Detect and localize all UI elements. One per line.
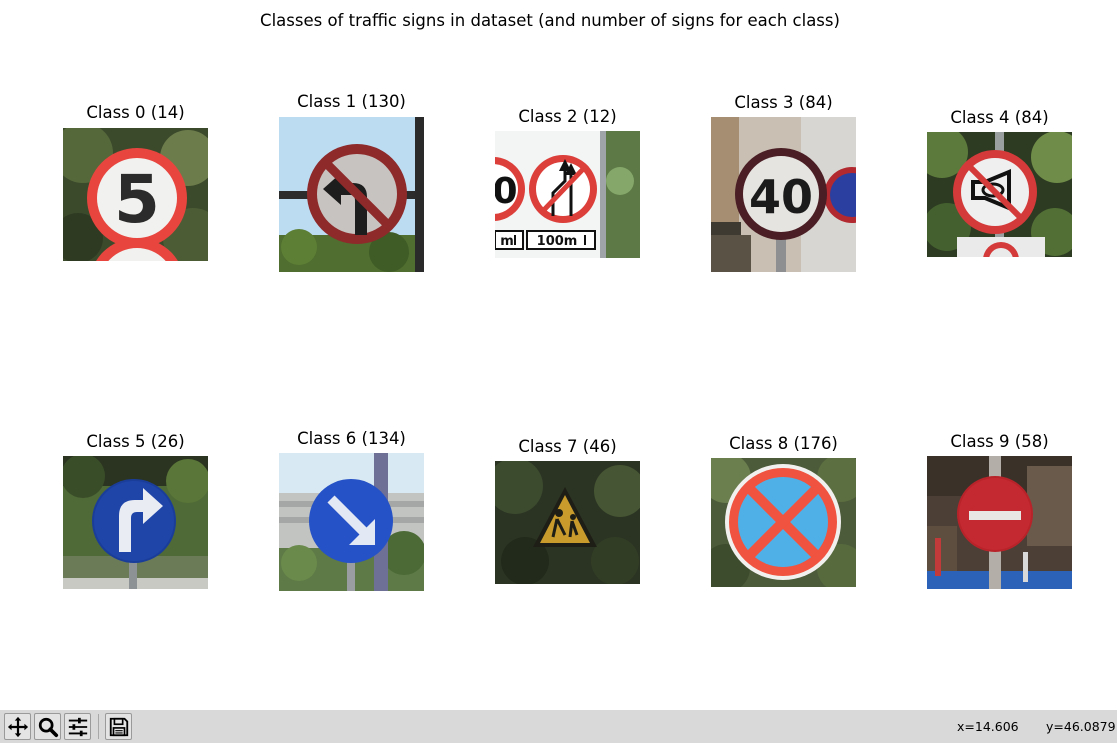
sign-digit: 5 bbox=[114, 161, 160, 238]
navigation-toolbar: x=14.606 y=46.0879 bbox=[0, 710, 1117, 743]
sign-digit: 40 bbox=[749, 170, 813, 224]
speed-limit-40-sign-icon: 40 bbox=[711, 117, 856, 272]
pedestrian-warning-sign-icon bbox=[495, 461, 640, 584]
no-horn-sign-icon bbox=[927, 132, 1072, 257]
panel-title: Class 9 (58) bbox=[950, 432, 1049, 451]
pan-button[interactable] bbox=[4, 713, 31, 740]
floppy-disk-icon bbox=[109, 717, 128, 736]
panel-title: Class 0 (14) bbox=[86, 103, 185, 122]
sliders-icon bbox=[68, 717, 87, 736]
panel-title: Class 3 (84) bbox=[734, 93, 833, 112]
speed-limit-5-sign-icon: 5 bbox=[63, 128, 208, 261]
panel-title: Class 2 (12) bbox=[518, 107, 617, 126]
sign-text: 100m bbox=[537, 234, 578, 249]
sign-text: 0 bbox=[495, 171, 518, 212]
configure-subplots-button[interactable] bbox=[64, 713, 91, 740]
keep-right-sign-icon bbox=[279, 453, 424, 591]
cursor-x-readout: x=14.606 bbox=[957, 719, 1019, 734]
panel-title: Class 8 (176) bbox=[729, 434, 838, 453]
no-entry-sign-icon bbox=[927, 456, 1072, 589]
sign-text: m bbox=[500, 234, 514, 249]
panel-title: Class 4 (84) bbox=[950, 108, 1049, 127]
no-overtaking-sign-icon: 0 m 100m bbox=[495, 131, 640, 258]
no-stopping-sign-icon bbox=[711, 458, 856, 587]
panel-title: Class 6 (134) bbox=[297, 429, 406, 448]
move-arrows-icon bbox=[7, 716, 28, 737]
panel-title: Class 1 (130) bbox=[297, 92, 406, 111]
panel-title: Class 7 (46) bbox=[518, 437, 617, 456]
turn-right-sign-icon bbox=[63, 456, 208, 589]
toolbar-separator bbox=[98, 714, 99, 739]
save-button[interactable] bbox=[105, 713, 132, 740]
no-left-turn-sign-icon bbox=[279, 117, 424, 272]
cursor-y-readout: y=46.0879 bbox=[1046, 719, 1116, 734]
figure-canvas[interactable]: Classes of traffic signs in dataset (and… bbox=[0, 0, 1117, 710]
zoom-button[interactable] bbox=[34, 713, 61, 740]
figure-suptitle: Classes of traffic signs in dataset (and… bbox=[260, 11, 840, 30]
panel-title: Class 5 (26) bbox=[86, 432, 185, 451]
magnifier-icon bbox=[38, 717, 58, 737]
